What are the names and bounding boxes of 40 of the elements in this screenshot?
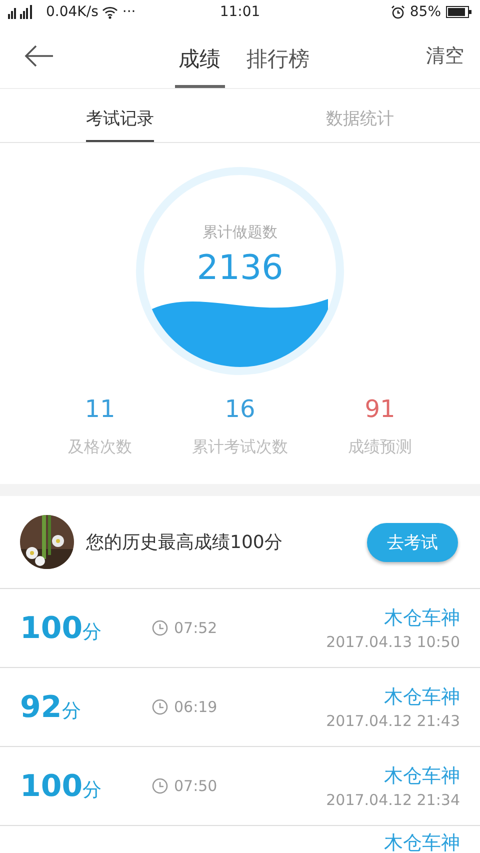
network-speed: 0.04K/s	[46, 4, 98, 20]
score-value: 92	[20, 690, 62, 724]
duration-text: 07:50	[174, 777, 218, 795]
exam-date: 2017.04.12 21:34	[326, 791, 460, 809]
stat-value: 11	[84, 395, 116, 423]
user-name: 木仓车神	[384, 764, 460, 789]
header-tab[interactable]: 排行榜	[242, 24, 314, 88]
clock-time: 11:01	[220, 4, 260, 20]
gauge-value: 2136	[196, 248, 284, 288]
sub-tab[interactable]: 考试记录	[86, 89, 154, 142]
score-unit: 分	[82, 620, 102, 644]
clear-link[interactable]: 清空	[426, 43, 464, 69]
stat-label: 及格次数	[68, 437, 132, 458]
user-name: 木仓车神	[384, 606, 460, 631]
alarm-icon	[390, 5, 405, 19]
back-arrow-icon[interactable]	[24, 45, 54, 67]
score-unit: 分	[62, 698, 81, 724]
best-score-text: 您的历史最高成绩100分	[86, 531, 284, 554]
exam-date: 2017.04.13 10:50	[326, 633, 460, 651]
score-value: 100	[20, 610, 83, 646]
duration-text: 07:52	[174, 619, 218, 637]
score-value: 100	[20, 768, 83, 804]
clock-icon	[152, 620, 168, 636]
battery-icon	[446, 6, 472, 18]
header-tab[interactable]: 成绩	[174, 24, 224, 88]
clock-icon	[152, 699, 168, 715]
user-name: 木仓车神	[384, 685, 460, 710]
battery-percent: 85%	[410, 4, 441, 20]
gauge-label: 累计做题数	[202, 223, 278, 242]
stat-label: 累计考试次数	[192, 437, 288, 458]
user-name: 木仓车神	[384, 831, 460, 853]
wifi-icon	[102, 6, 118, 18]
duration-text: 06:19	[174, 698, 218, 716]
stat-value: 91	[364, 395, 396, 423]
score-unit: 分	[82, 778, 102, 802]
more-indicator: ···	[122, 4, 136, 20]
exam-date: 2017.04.12 21:43	[326, 712, 460, 730]
stat-label: 成绩预测	[348, 437, 412, 458]
stat-value: 16	[224, 395, 256, 423]
clock-icon	[152, 778, 168, 794]
